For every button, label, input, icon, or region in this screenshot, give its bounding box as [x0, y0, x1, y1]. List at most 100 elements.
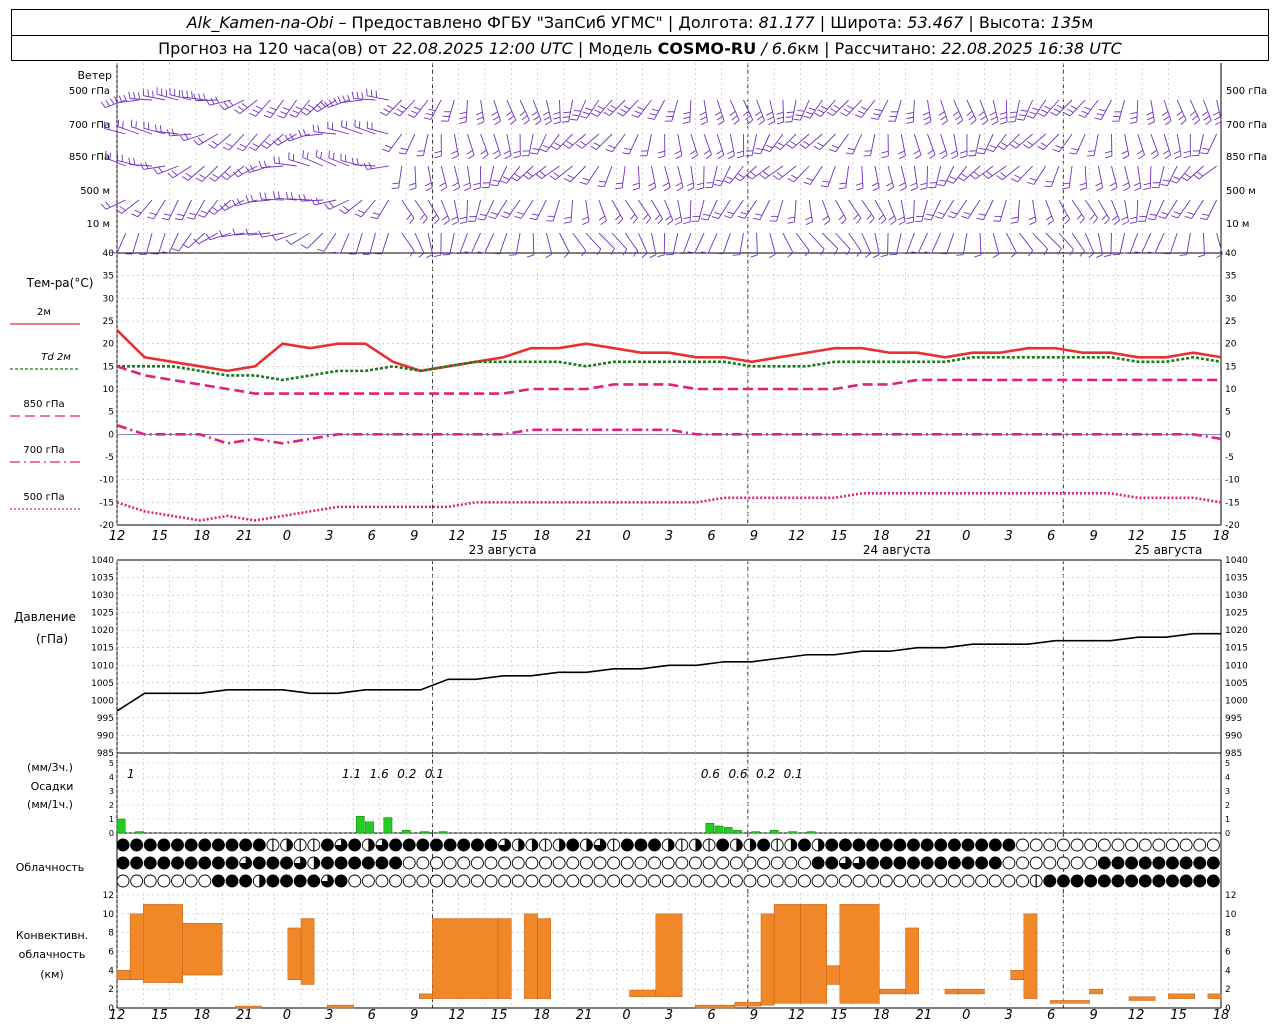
- wind-barb-flag: [526, 171, 533, 177]
- cloud-symbol: [116, 874, 130, 888]
- cloud-symbol-full: [212, 875, 225, 887]
- wind-barb-flag: [649, 187, 656, 192]
- cloud-symbol: [770, 874, 784, 888]
- wind-barb-flag: [211, 140, 219, 146]
- cloud-symbol: [743, 874, 757, 888]
- cloud-symbol: [525, 874, 539, 888]
- wind-barb: [845, 165, 850, 188]
- wind-barb: [611, 199, 624, 220]
- cloud-symbol: [157, 874, 171, 888]
- wind-level-label-right: 700 гПа: [1226, 120, 1267, 131]
- wind-barb-flag: [814, 112, 822, 117]
- cloud-symbol-full: [430, 839, 443, 851]
- temp-hour-label: 18: [873, 529, 890, 544]
- wind-barb: [314, 131, 337, 135]
- wind-barb-flag: [957, 176, 964, 182]
- temp-hour-label: 21: [236, 529, 253, 544]
- cloud-symbol: [389, 874, 403, 888]
- cloud-symbol-full: [1193, 875, 1206, 887]
- cloud-symbol: [579, 874, 593, 888]
- wind-barb: [401, 199, 415, 219]
- cloud-symbol: [729, 856, 743, 870]
- wind-barb: [776, 199, 784, 222]
- wind-barb-flag: [700, 116, 707, 121]
- conv-hour-label: 3: [1005, 1008, 1013, 1023]
- wind-barb: [369, 232, 376, 255]
- wind-barb-flag: [1045, 215, 1053, 221]
- wind-barb-flag: [872, 254, 880, 259]
- cloud-symbol-half: [695, 839, 702, 851]
- wind-barb-flag: [203, 93, 206, 101]
- wind-barb-flag: [1029, 177, 1037, 181]
- wind-barb-flag: [1183, 150, 1191, 154]
- cloud-symbol: [866, 874, 880, 888]
- cloud-symbol: [607, 856, 621, 870]
- wind-barb-flag: [687, 187, 695, 191]
- wind-barb-flag: [529, 217, 537, 221]
- wind-barb: [646, 133, 652, 156]
- wind-barb-flag: [608, 144, 616, 149]
- cloud-symbol-full: [1125, 857, 1138, 869]
- cloud-symbol-full: [866, 839, 879, 851]
- precip-3h-label: 1.6: [370, 767, 389, 781]
- precip-3h-label: 0.2: [397, 767, 416, 781]
- wind-barb-flag: [651, 108, 659, 112]
- wind-barb-flag: [224, 172, 231, 178]
- wind-barb-flag: [926, 213, 934, 216]
- temp-hour-label: 3: [1005, 529, 1013, 544]
- conv-cloud-bar: [1168, 993, 1195, 999]
- wind-barb-flag: [960, 155, 968, 159]
- wind-barb-flag: [790, 140, 797, 146]
- wind-barb-flag: [1069, 152, 1077, 155]
- conv-cloud-bar: [773, 904, 801, 1004]
- precip-bar: [438, 831, 448, 834]
- wind-barb: [323, 232, 337, 252]
- wind-barb-flag: [766, 144, 773, 149]
- wind-barb-flag: [1029, 111, 1037, 115]
- cloud-symbol-half: [559, 839, 566, 851]
- wind-barb: [703, 99, 708, 122]
- wind-barb-flag: [439, 182, 446, 187]
- wind-barb-flag: [982, 173, 989, 180]
- wind-barb-flag: [700, 121, 708, 125]
- wind-barb: [603, 165, 613, 187]
- wind-barb: [822, 232, 839, 249]
- temp-hour-label: 3: [665, 529, 673, 544]
- wind-barb: [226, 165, 245, 181]
- wind-barb-flag: [941, 120, 948, 126]
- wind-barb: [559, 99, 561, 123]
- wind-barb-flag: [545, 253, 553, 259]
- wind-barb-flag: [676, 186, 684, 192]
- wind-barb: [1216, 232, 1223, 255]
- wind-barb-flag: [167, 172, 174, 179]
- cloud-symbol-half: [259, 875, 266, 887]
- cloud-symbol-full: [1166, 875, 1179, 887]
- wind-barb-flag: [1040, 142, 1048, 147]
- temp-hour-label: 6: [707, 529, 715, 544]
- wind-barb-flag: [354, 213, 362, 218]
- wind-barb-flag: [266, 110, 274, 115]
- wind-barb-flag: [726, 176, 734, 180]
- wind-barb-flag: [532, 148, 540, 151]
- wind-barb-flag: [1023, 144, 1030, 149]
- cloud-symbol-full: [117, 839, 129, 851]
- wind-barb-flag: [976, 217, 984, 221]
- wind-barb-flag: [186, 216, 194, 220]
- precip-bar: [806, 831, 816, 834]
- wind-barb-flag: [527, 254, 534, 258]
- wind-barb-flag: [648, 182, 655, 187]
- wind-barb-flag: [696, 182, 704, 186]
- wind-barb-flag: [1103, 254, 1112, 258]
- wind-barb-flag: [392, 182, 400, 185]
- conv-cloud-bar: [1049, 1000, 1090, 1004]
- cloud-symbol-full: [757, 839, 770, 851]
- wind-barb: [1017, 199, 1020, 222]
- pressure-ytick-left: 1015: [91, 644, 114, 654]
- wind-barb-flag: [128, 91, 131, 99]
- conv-ytick-left: 12: [103, 891, 114, 901]
- wind-barb-flag: [755, 147, 763, 151]
- conv-hour-label: 0: [622, 1008, 630, 1023]
- cloud-symbol: [566, 874, 580, 888]
- wind-barb-flag: [434, 155, 442, 159]
- wind-barb-flag: [1050, 111, 1057, 116]
